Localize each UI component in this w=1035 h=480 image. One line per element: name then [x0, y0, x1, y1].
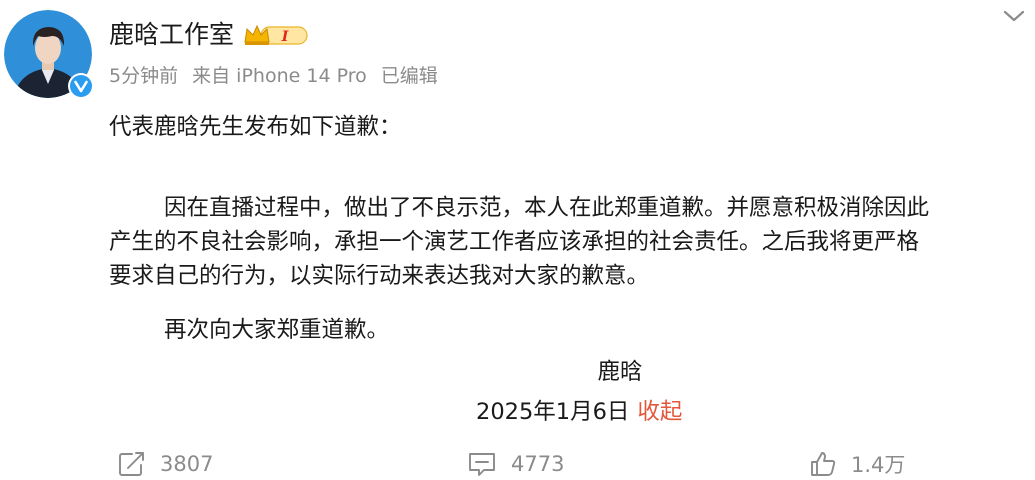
repost-button[interactable]: 3807 [118, 448, 213, 480]
verified-badge-icon [68, 73, 94, 99]
post-date-line: 2025年1月6日 收起 [476, 395, 682, 429]
author-name[interactable]: 鹿晗工作室 [109, 18, 234, 52]
post-body-line: 要求自己的行为，以实际行动来表达我对大家的歉意。 [109, 263, 650, 289]
post-body: 因在直播过程中，做出了不良示范，本人在此郑重道歉。并愿意积极消除因此 产生的不良… [109, 191, 1031, 293]
repost-count: 3807 [160, 452, 214, 476]
chevron-down-icon[interactable] [1001, 6, 1027, 26]
like-icon [811, 452, 836, 476]
like-button[interactable]: 1.4万 [809, 448, 905, 480]
post-body-line: 因在直播过程中，做出了不良示范，本人在此郑重道歉。并愿意积极消除因此 [164, 195, 930, 221]
post-intro: 代表鹿晗先生发布如下道歉： [109, 114, 402, 140]
vip-level-label: I [281, 29, 289, 45]
avatar[interactable] [4, 10, 94, 99]
comment-icon [469, 453, 495, 476]
like-count: 1.4万 [851, 453, 906, 477]
repost-icon [119, 452, 144, 476]
comment-button[interactable]: 4773 [467, 448, 564, 480]
post-time: 5分钟前 [109, 65, 179, 87]
post-meta: 5分钟前 来自 iPhone 14 Pro 已编辑 [109, 62, 438, 90]
comment-count: 4773 [511, 452, 565, 476]
collapse-link[interactable]: 收起 [637, 399, 682, 425]
post-body-line: 产生的不良社会影响，承担一个演艺工作者应该承担的社会责任。之后我将更严格 [109, 229, 920, 255]
post-source: 来自 iPhone 14 Pro [192, 65, 367, 87]
post-closing: 再次向大家郑重道歉。 [164, 317, 390, 343]
post-date: 2025年1月6日 [476, 399, 630, 425]
edited-label[interactable]: 已编辑 [381, 65, 438, 87]
vip-crown-badge-icon[interactable]: I [243, 22, 309, 48]
post-signature: 鹿晗 [597, 359, 643, 385]
